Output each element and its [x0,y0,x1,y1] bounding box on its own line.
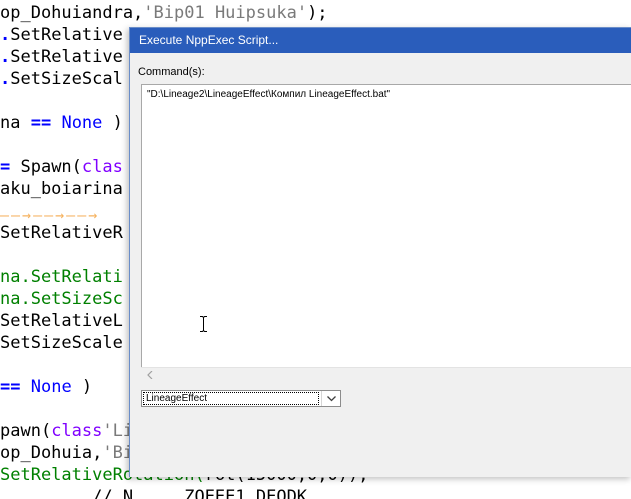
code-token: SetSizeScale [0,333,123,353]
code-token: aku_boiarina [0,179,123,199]
code-token: na [0,113,31,133]
code-token: ) [102,113,123,133]
code-token: op_Dohuia, [0,443,103,463]
code-token: = [0,157,11,177]
code-token: ); [307,3,328,23]
code-token: None [30,377,72,397]
code-line: aku_boiarina [0,178,123,200]
code-line: .SetSizeScal [0,68,123,90]
dialog-title[interactable]: Execute NppExec Script... [130,28,631,53]
code-token: op_Dohuiandra, [0,3,144,23]
code-token: == [0,377,21,397]
code-token: . [0,69,11,89]
command-text: "D:\Lineage2\LineageEffect\Компил Lineag… [147,89,391,100]
commands-label: Command(s): [138,66,205,78]
script-select[interactable]: LineageEffect [141,390,341,407]
code-token: None [61,113,103,133]
code-token: SetRelative [10,47,123,67]
code-token: . [0,25,11,45]
code-line: = Spawn(clas [0,156,123,178]
code-line: == None ) [0,376,92,398]
code-token: Spawn( [10,157,82,177]
code-token: == [30,113,52,133]
horizontal-scrollbar[interactable] [141,367,631,385]
indent-guide-arrows: ——→——→——→ [0,206,100,224]
code-line: na.SetSizeSc [0,288,123,310]
code-line: SetRelativeR [0,222,123,244]
code-token: na.SetRelati [0,267,123,287]
code-token: // N... ZOEEE1 DEODK [0,487,308,499]
code-line: .SetRelative [0,24,123,46]
code-token: ) [71,377,93,397]
code-token: 'Bip01 Huipsuka' [143,3,308,23]
code-line: op_Dohuiandra,'Bip01 Huipsuka'); [0,2,328,24]
script-select-value: LineageEffect [143,392,319,405]
code-line: .SetRelative [0,46,123,68]
commands-textarea[interactable]: "D:\Lineage2\LineageEffect\Компил Lineag… [141,84,631,383]
code-token: SetRelativeL [0,311,123,331]
code-line: na.SetRelati [0,266,123,288]
code-line: SetRelativeL [0,310,123,332]
code-token: . [0,47,11,67]
code-token: class [51,421,103,441]
code-token: na.SetSizeSc [0,289,123,309]
code-line: na == None ) [0,112,123,134]
chevron-down-icon[interactable] [321,391,340,406]
code-token: SetRelative [10,25,123,45]
code-token: clas [81,157,123,177]
execute-script-dialog: Execute NppExec Script... Command(s): "D… [129,27,631,477]
code-line: SetSizeScale [0,332,123,354]
code-token: SetRelativeR [0,223,123,243]
code-token: SetSizeScal [10,69,123,89]
code-token: pawn( [0,421,52,441]
chevron-left-icon[interactable] [141,368,158,385]
code-line: // N... ZOEEE1 DEODK [0,486,307,499]
text-cursor-icon [199,316,208,332]
